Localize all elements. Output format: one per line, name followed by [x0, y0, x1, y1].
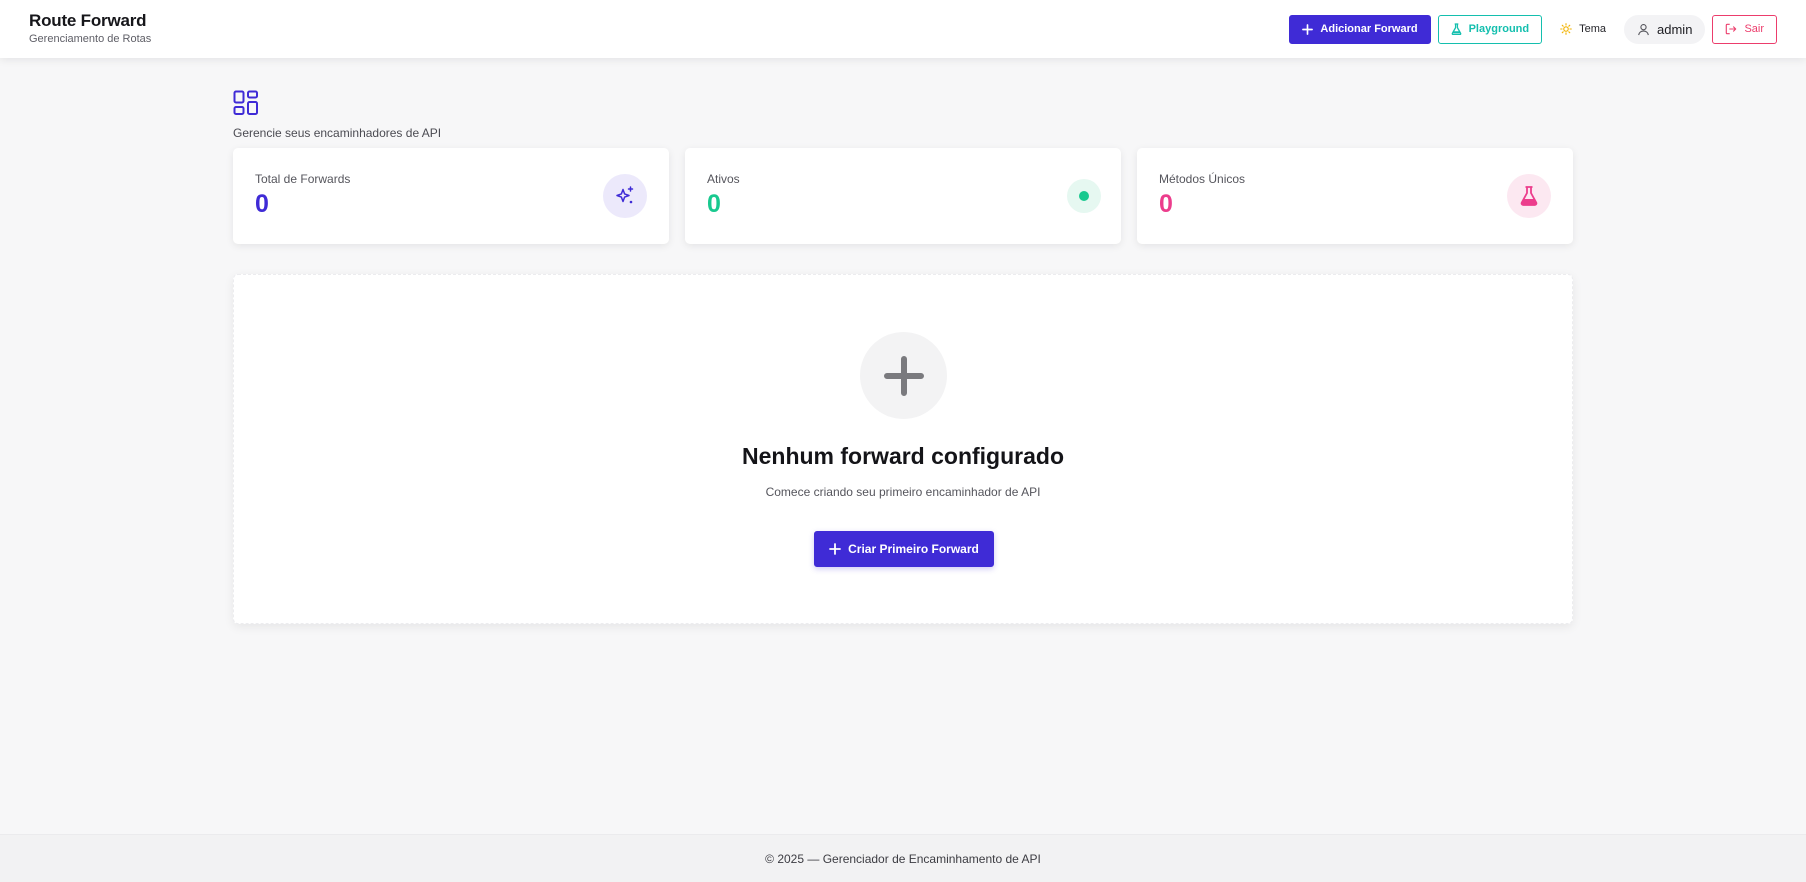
logout-label: Sair: [1744, 23, 1764, 35]
page-subtitle: Gerencie seus encaminhadores de API: [233, 126, 442, 140]
stat-card-unique-methods: Métodos Únicos 0: [1137, 148, 1573, 244]
add-forward-label: Adicionar Forward: [1320, 23, 1418, 35]
empty-state-description: Comece criando seu primeiro encaminhador…: [765, 485, 1041, 499]
footer-text: © 2025 — Gerenciador de Encaminhamento d…: [765, 851, 1041, 866]
stat-label: Métodos Únicos: [1159, 172, 1246, 186]
app-subtitle: Gerenciamento de Rotas: [29, 33, 152, 45]
username: admin: [1657, 21, 1693, 37]
stat-value: 0: [1159, 190, 1173, 218]
header-actions: Adicionar Forward Playground Tema admin: [1289, 14, 1777, 44]
add-forward-button[interactable]: Adicionar Forward: [1289, 14, 1431, 44]
dashboard-grid-icon: [233, 90, 259, 116]
footer: © 2025 — Gerenciador de Encaminhamento d…: [0, 834, 1806, 882]
create-first-forward-label: Criar Primeiro Forward: [848, 542, 979, 556]
create-first-forward-button[interactable]: Criar Primeiro Forward: [814, 531, 994, 567]
logout-button[interactable]: Sair: [1712, 14, 1777, 44]
user-icon: [1637, 23, 1650, 36]
logout-icon: [1725, 23, 1737, 35]
stat-label: Ativos: [707, 172, 740, 186]
playground-button[interactable]: Playground: [1437, 14, 1543, 44]
flask-icon: [1451, 23, 1462, 35]
theme-label: Tema: [1579, 23, 1607, 35]
stat-value: 0: [707, 190, 721, 218]
plus-icon: [829, 543, 842, 555]
stat-value: 0: [255, 190, 269, 218]
brand[interactable]: Route Forward Gerenciamento de Rotas: [29, 11, 151, 45]
stats-row: Total de Forwards 0 Ativos 0 Métodos Úni…: [233, 148, 1573, 244]
empty-state-title: Nenhum forward configurado: [742, 443, 1064, 469]
theme-toggle-button[interactable]: Tema: [1549, 15, 1617, 44]
app-title: Route Forward: [29, 11, 147, 30]
empty-state-card: Nenhum forward configurado Comece criand…: [233, 274, 1573, 624]
flask-icon: [1507, 174, 1551, 218]
plus-icon: [860, 332, 947, 419]
status-dot-icon: [1067, 179, 1101, 213]
user-menu-button[interactable]: admin: [1624, 14, 1706, 44]
sparkles-icon: [603, 174, 647, 218]
main-content: Gerencie seus encaminhadores de API Tota…: [233, 90, 1573, 624]
sun-icon: [1560, 23, 1572, 35]
playground-label: Playground: [1468, 23, 1530, 35]
stat-card-total-forwards: Total de Forwards 0: [233, 148, 669, 244]
top-header: Route Forward Gerenciamento de Rotas Adi…: [0, 0, 1806, 58]
stat-label: Total de Forwards: [255, 172, 351, 186]
stat-card-active: Ativos 0: [685, 148, 1121, 244]
plus-icon: [1302, 23, 1314, 35]
